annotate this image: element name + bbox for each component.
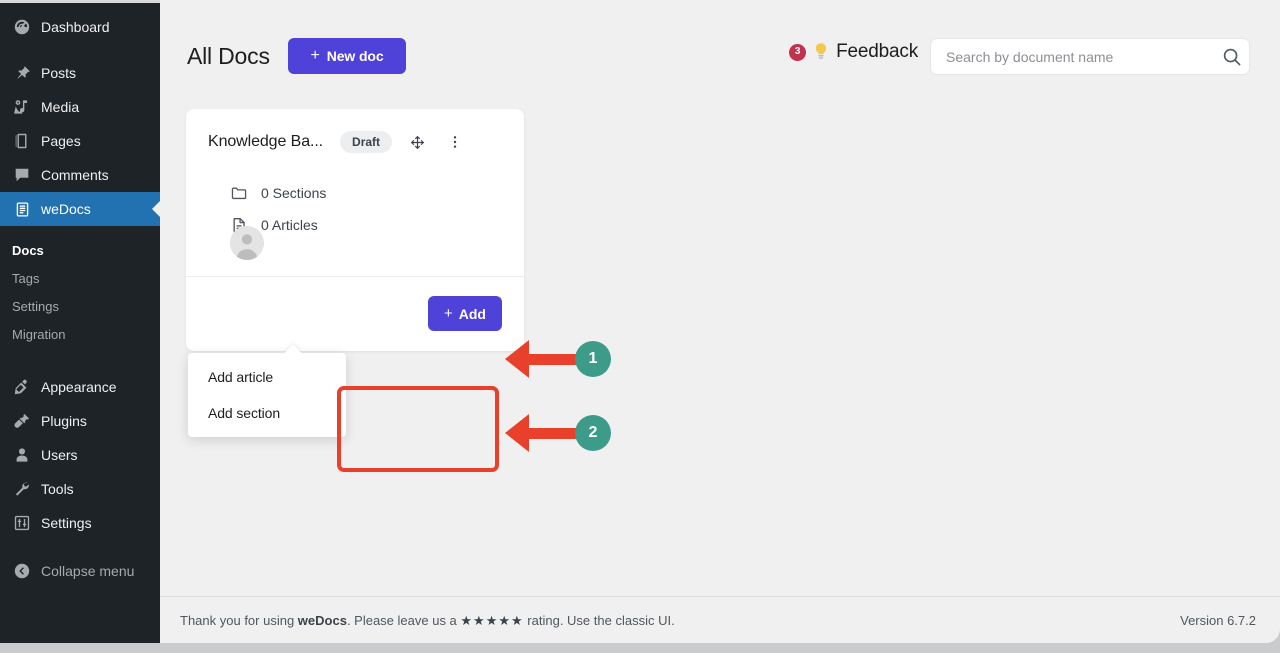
doc-card: Knowledge Ba... Draft <box>186 109 524 351</box>
lightbulb-icon <box>813 42 829 62</box>
sidebar-item-label: Media <box>41 100 79 114</box>
sidebar-item-settings[interactable]: Settings <box>0 506 160 540</box>
rating-stars[interactable]: ★★★★★ <box>460 613 523 628</box>
sidebar-item-media[interactable]: Media <box>0 90 160 124</box>
footer-brand: weDocs <box>298 613 347 628</box>
sidebar-item-label: weDocs <box>41 202 91 216</box>
sidebar-subitem-docs[interactable]: Docs <box>0 236 160 264</box>
sidebar-subitem-label: Migration <box>12 327 65 342</box>
sidebar-item-label: Settings <box>41 516 92 530</box>
comments-icon <box>12 165 32 185</box>
kebab-menu-icon[interactable] <box>446 133 464 151</box>
sidebar-item-label: Appearance <box>41 380 117 394</box>
collapse-icon <box>12 561 32 581</box>
doc-sections-label: 0 Sections <box>261 185 326 201</box>
add-button[interactable]: + Add <box>428 296 502 331</box>
sidebar-item-label: Collapse menu <box>41 564 134 578</box>
doc-title[interactable]: Knowledge Ba... <box>208 133 323 151</box>
tools-icon <box>12 479 32 499</box>
sidebar-subitem-label: Settings <box>12 299 59 314</box>
page-header: All Docs + New doc 3 Feedback <box>160 0 1280 112</box>
doc-sections-row: 0 Sections <box>208 177 502 209</box>
appearance-icon <box>12 377 32 397</box>
wedocs-icon <box>12 199 32 219</box>
plugins-icon <box>12 411 32 431</box>
annotation-arrow-1 <box>505 340 585 378</box>
menu-item-add-article[interactable]: Add article <box>188 359 346 395</box>
sidebar-subitem-label: Tags <box>12 271 39 286</box>
plus-icon: + <box>444 306 453 321</box>
sidebar-item-plugins[interactable]: Plugins <box>0 404 160 438</box>
footer-text-mid: . Please leave us a <box>347 613 460 628</box>
browser-viewport: Dashboard Posts Media Pages <box>0 0 1280 653</box>
annotation-number: 2 <box>589 424 598 442</box>
sidebar-item-tools[interactable]: Tools <box>0 472 160 506</box>
admin-footer: Thank you for using weDocs. Please leave… <box>160 596 1280 643</box>
footer-text-after: rating. Use the classic UI. <box>524 613 675 628</box>
sidebar-item-label: Pages <box>41 134 81 148</box>
browser-bottom-strip <box>0 643 1280 653</box>
sidebar-subitem-settings[interactable]: Settings <box>0 292 160 320</box>
search-box[interactable] <box>930 38 1250 75</box>
annotation-number: 1 <box>589 350 598 368</box>
feedback-count-badge: 3 <box>789 44 806 61</box>
doc-card-footer: + Add Add article Add section <box>186 276 524 351</box>
feedback-label: Feedback <box>836 41 918 63</box>
sidebar-item-label: Comments <box>41 168 109 182</box>
sidebar-top-strip <box>0 0 160 3</box>
viewport-corner <box>1264 627 1280 643</box>
sidebar-item-posts[interactable]: Posts <box>0 56 160 90</box>
sidebar-item-dashboard[interactable]: Dashboard <box>0 10 160 44</box>
plus-icon: + <box>310 48 319 64</box>
add-dropdown-menu: Add article Add section <box>188 353 346 437</box>
annotation-arrow-2 <box>505 414 585 452</box>
user-avatar-icon <box>230 226 264 260</box>
doc-card-body: Knowledge Ba... Draft <box>186 109 524 276</box>
sidebar-item-label: Users <box>41 448 78 462</box>
feedback-button[interactable]: 3 Feedback <box>789 41 918 63</box>
doc-articles-label: 0 Articles <box>261 217 318 233</box>
annotation-marker-1: 1 <box>575 341 611 377</box>
pages-icon <box>12 131 32 151</box>
sidebar-item-wedocs[interactable]: weDocs <box>0 192 160 226</box>
page-title: All Docs <box>187 43 270 70</box>
menu-item-add-section[interactable]: Add section <box>188 395 346 431</box>
sidebar-subitem-label: Docs <box>12 243 44 258</box>
annotation-marker-2: 2 <box>575 415 611 451</box>
main-content: All Docs + New doc 3 Feedback <box>160 0 1280 643</box>
version-label: Version 6.7.2 <box>1180 613 1256 628</box>
move-arrows-icon[interactable] <box>408 133 426 151</box>
sidebar-item-label: Plugins <box>41 414 87 428</box>
sidebar-item-pages[interactable]: Pages <box>0 124 160 158</box>
sidebar-item-collapse-menu[interactable]: Collapse menu <box>0 554 160 588</box>
avatar <box>230 226 264 260</box>
search-input[interactable] <box>931 49 1215 65</box>
sidebar-subitem-migration[interactable]: Migration <box>0 320 160 348</box>
new-doc-button[interactable]: + New doc <box>288 38 406 74</box>
footer-credit: Thank you for using weDocs. Please leave… <box>180 613 675 629</box>
folder-icon <box>230 184 250 203</box>
doc-card-header: Knowledge Ba... Draft <box>208 129 502 155</box>
pin-icon <box>12 63 32 83</box>
settings-icon <box>12 513 32 533</box>
new-doc-label: New doc <box>327 48 384 64</box>
search-icon[interactable] <box>1215 47 1249 67</box>
sidebar-item-appearance[interactable]: Appearance <box>0 370 160 404</box>
sidebar-item-label: Posts <box>41 66 76 80</box>
media-icon <box>12 97 32 117</box>
wp-admin-sidebar: Dashboard Posts Media Pages <box>0 0 160 643</box>
sidebar-subitem-tags[interactable]: Tags <box>0 264 160 292</box>
sidebar-item-users[interactable]: Users <box>0 438 160 472</box>
sidebar-divider <box>0 44 160 56</box>
sidebar-item-label: Dashboard <box>41 20 110 34</box>
menu-item-label: Add article <box>208 369 273 385</box>
sidebar-item-label: Tools <box>41 482 74 496</box>
users-icon <box>12 445 32 465</box>
sidebar-item-comments[interactable]: Comments <box>0 158 160 192</box>
menu-item-label: Add section <box>208 405 280 421</box>
footer-text-before: Thank you for using <box>180 613 298 628</box>
add-button-label: Add <box>459 306 486 322</box>
status-badge: Draft <box>340 131 392 153</box>
dashboard-icon <box>12 17 32 37</box>
